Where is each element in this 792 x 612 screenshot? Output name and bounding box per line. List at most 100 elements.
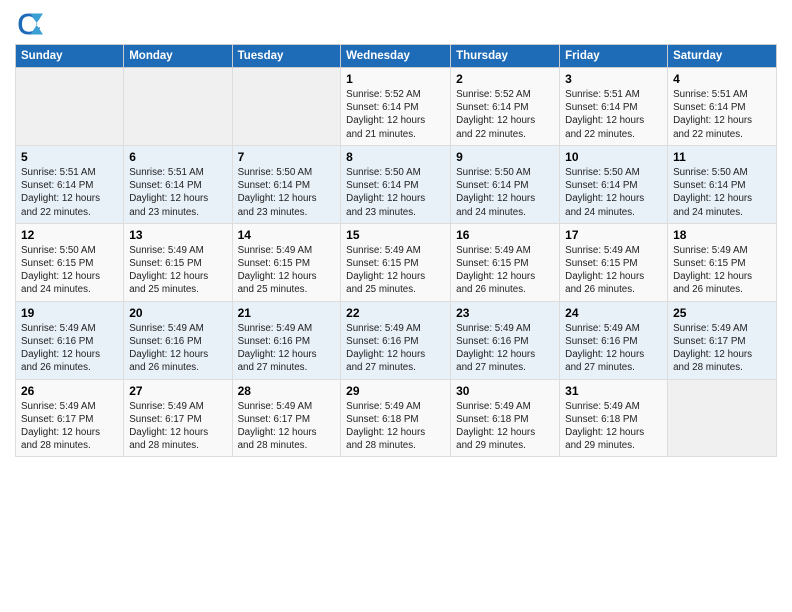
calendar-cell: 23 Sunrise: 5:49 AM Sunset: 6:16 PM Dayli… <box>451 301 560 379</box>
day-info: Sunrise: 5:49 AM Sunset: 6:15 PM Dayligh… <box>456 244 554 297</box>
calendar-cell: 18 Sunrise: 5:49 AM Sunset: 6:15 PM Dayli… <box>668 223 777 301</box>
calendar-cell <box>124 68 232 146</box>
day-info: Sunrise: 5:49 AM Sunset: 6:16 PM Dayligh… <box>456 322 554 375</box>
day-info: Sunrise: 5:49 AM Sunset: 6:15 PM Dayligh… <box>565 244 662 297</box>
day-number: 18 <box>673 228 771 242</box>
day-number: 3 <box>565 72 662 86</box>
day-info: Sunrise: 5:49 AM Sunset: 6:16 PM Dayligh… <box>238 322 336 375</box>
header-day-friday: Friday <box>560 45 668 68</box>
week-row-4: 19 Sunrise: 5:49 AM Sunset: 6:16 PM Dayli… <box>16 301 777 379</box>
calendar-cell: 9 Sunrise: 5:50 AM Sunset: 6:14 PM Daylig… <box>451 145 560 223</box>
calendar-cell: 15 Sunrise: 5:49 AM Sunset: 6:15 PM Dayli… <box>341 223 451 301</box>
day-number: 29 <box>346 384 445 398</box>
day-info: Sunrise: 5:50 AM Sunset: 6:15 PM Dayligh… <box>21 244 118 297</box>
calendar-cell: 13 Sunrise: 5:49 AM Sunset: 6:15 PM Dayli… <box>124 223 232 301</box>
calendar-body: 1 Sunrise: 5:52 AM Sunset: 6:14 PM Daylig… <box>16 68 777 457</box>
day-number: 13 <box>129 228 226 242</box>
header-day-thursday: Thursday <box>451 45 560 68</box>
calendar-cell <box>16 68 124 146</box>
week-row-5: 26 Sunrise: 5:49 AM Sunset: 6:17 PM Dayli… <box>16 379 777 457</box>
calendar-cell <box>668 379 777 457</box>
day-number: 17 <box>565 228 662 242</box>
day-info: Sunrise: 5:49 AM Sunset: 6:17 PM Dayligh… <box>673 322 771 375</box>
calendar-cell: 5 Sunrise: 5:51 AM Sunset: 6:14 PM Daylig… <box>16 145 124 223</box>
day-info: Sunrise: 5:50 AM Sunset: 6:14 PM Dayligh… <box>238 166 336 219</box>
day-info: Sunrise: 5:49 AM Sunset: 6:17 PM Dayligh… <box>129 400 226 453</box>
calendar-cell: 19 Sunrise: 5:49 AM Sunset: 6:16 PM Dayli… <box>16 301 124 379</box>
calendar-cell: 3 Sunrise: 5:51 AM Sunset: 6:14 PM Daylig… <box>560 68 668 146</box>
day-number: 22 <box>346 306 445 320</box>
day-info: Sunrise: 5:49 AM Sunset: 6:16 PM Dayligh… <box>565 322 662 375</box>
page-container: SundayMondayTuesdayWednesdayThursdayFrid… <box>0 0 792 467</box>
day-info: Sunrise: 5:49 AM Sunset: 6:15 PM Dayligh… <box>673 244 771 297</box>
day-number: 6 <box>129 150 226 164</box>
day-info: Sunrise: 5:49 AM Sunset: 6:15 PM Dayligh… <box>346 244 445 297</box>
header-day-tuesday: Tuesday <box>232 45 341 68</box>
calendar-cell: 28Sunrise: 5:49 AM Sunset: 6:17 PM Dayli… <box>232 379 341 457</box>
day-info: Sunrise: 5:50 AM Sunset: 6:14 PM Dayligh… <box>565 166 662 219</box>
day-number: 26 <box>21 384 118 398</box>
day-number: 2 <box>456 72 554 86</box>
day-number: 25 <box>673 306 771 320</box>
calendar-cell: 2Sunrise: 5:52 AM Sunset: 6:14 PM Daylig… <box>451 68 560 146</box>
logo <box>15 10 47 38</box>
day-number: 28 <box>238 384 336 398</box>
header-day-monday: Monday <box>124 45 232 68</box>
day-info: Sunrise: 5:49 AM Sunset: 6:16 PM Dayligh… <box>346 322 445 375</box>
header-row-days: SundayMondayTuesdayWednesdayThursdayFrid… <box>16 45 777 68</box>
day-info: Sunrise: 5:49 AM Sunset: 6:16 PM Dayligh… <box>21 322 118 375</box>
calendar-cell: 17 Sunrise: 5:49 AM Sunset: 6:15 PM Dayli… <box>560 223 668 301</box>
calendar-cell: 12 Sunrise: 5:50 AM Sunset: 6:15 PM Dayli… <box>16 223 124 301</box>
calendar-cell: 31 Sunrise: 5:49 AM Sunset: 6:18 PM Dayli… <box>560 379 668 457</box>
day-info: Sunrise: 5:50 AM Sunset: 6:14 PM Dayligh… <box>456 166 554 219</box>
day-number: 30 <box>456 384 554 398</box>
day-info: Sunrise: 5:49 AM Sunset: 6:15 PM Dayligh… <box>238 244 336 297</box>
day-number: 14 <box>238 228 336 242</box>
day-number: 10 <box>565 150 662 164</box>
calendar-cell: 22 Sunrise: 5:49 AM Sunset: 6:16 PM Dayli… <box>341 301 451 379</box>
day-info: Sunrise: 5:51 AM Sunset: 6:14 PM Dayligh… <box>673 88 771 141</box>
header-day-sunday: Sunday <box>16 45 124 68</box>
calendar-cell: 11 Sunrise: 5:50 AM Sunset: 6:14 PM Dayli… <box>668 145 777 223</box>
header-day-saturday: Saturday <box>668 45 777 68</box>
calendar-cell: 1 Sunrise: 5:52 AM Sunset: 6:14 PM Daylig… <box>341 68 451 146</box>
day-number: 24 <box>565 306 662 320</box>
day-info: Sunrise: 5:49 AM Sunset: 6:18 PM Dayligh… <box>565 400 662 453</box>
day-number: 9 <box>456 150 554 164</box>
day-number: 4 <box>673 72 771 86</box>
day-info: Sunrise: 5:51 AM Sunset: 6:14 PM Dayligh… <box>21 166 118 219</box>
day-number: 11 <box>673 150 771 164</box>
calendar-cell: 26Sunrise: 5:49 AM Sunset: 6:17 PM Dayli… <box>16 379 124 457</box>
day-info: Sunrise: 5:52 AM Sunset: 6:14 PM Dayligh… <box>346 88 445 141</box>
week-row-3: 12 Sunrise: 5:50 AM Sunset: 6:15 PM Dayli… <box>16 223 777 301</box>
day-number: 15 <box>346 228 445 242</box>
day-number: 5 <box>21 150 118 164</box>
day-info: Sunrise: 5:49 AM Sunset: 6:16 PM Dayligh… <box>129 322 226 375</box>
calendar-cell: 24 Sunrise: 5:49 AM Sunset: 6:16 PM Dayli… <box>560 301 668 379</box>
week-row-2: 5 Sunrise: 5:51 AM Sunset: 6:14 PM Daylig… <box>16 145 777 223</box>
day-number: 19 <box>21 306 118 320</box>
day-number: 16 <box>456 228 554 242</box>
header-day-wednesday: Wednesday <box>341 45 451 68</box>
header-row <box>15 10 777 38</box>
calendar-cell: 30 Sunrise: 5:49 AM Sunset: 6:18 PM Dayli… <box>451 379 560 457</box>
day-number: 23 <box>456 306 554 320</box>
day-number: 20 <box>129 306 226 320</box>
day-info: Sunrise: 5:51 AM Sunset: 6:14 PM Dayligh… <box>565 88 662 141</box>
day-info: Sunrise: 5:50 AM Sunset: 6:14 PM Dayligh… <box>673 166 771 219</box>
day-info: Sunrise: 5:49 AM Sunset: 6:15 PM Dayligh… <box>129 244 226 297</box>
calendar-table: SundayMondayTuesdayWednesdayThursdayFrid… <box>15 44 777 457</box>
calendar-cell: 14 Sunrise: 5:49 AM Sunset: 6:15 PM Dayli… <box>232 223 341 301</box>
calendar-header: SundayMondayTuesdayWednesdayThursdayFrid… <box>16 45 777 68</box>
day-number: 8 <box>346 150 445 164</box>
day-info: Sunrise: 5:51 AM Sunset: 6:14 PM Dayligh… <box>129 166 226 219</box>
day-number: 21 <box>238 306 336 320</box>
day-number: 1 <box>346 72 445 86</box>
day-number: 31 <box>565 384 662 398</box>
week-row-1: 1 Sunrise: 5:52 AM Sunset: 6:14 PM Daylig… <box>16 68 777 146</box>
calendar-cell: 8Sunrise: 5:50 AM Sunset: 6:14 PM Daylig… <box>341 145 451 223</box>
day-number: 12 <box>21 228 118 242</box>
calendar-cell: 4 Sunrise: 5:51 AM Sunset: 6:14 PM Daylig… <box>668 68 777 146</box>
day-info: Sunrise: 5:49 AM Sunset: 6:18 PM Dayligh… <box>456 400 554 453</box>
calendar-cell: 16 Sunrise: 5:49 AM Sunset: 6:15 PM Dayli… <box>451 223 560 301</box>
